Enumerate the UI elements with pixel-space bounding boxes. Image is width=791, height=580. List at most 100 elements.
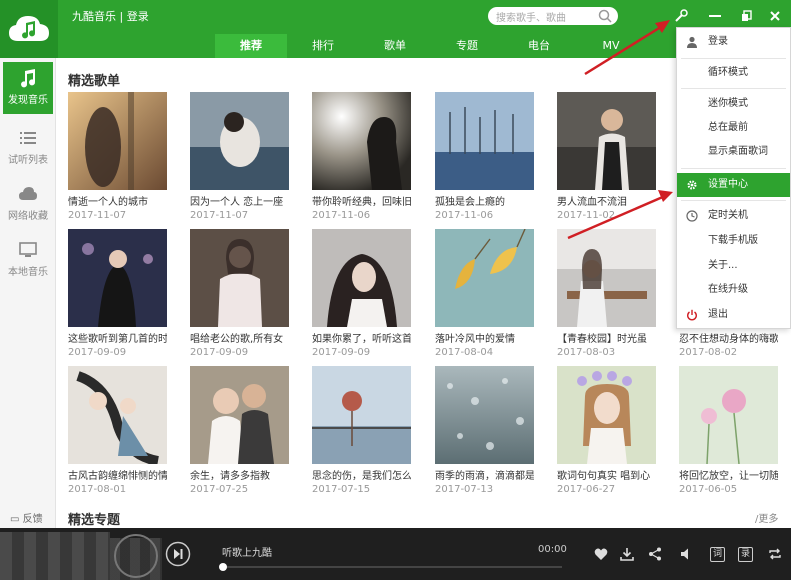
playlist-card[interactable]: 落叶冷风中的爱情 2017-08-04 bbox=[435, 228, 534, 359]
title-bar: 九酷音乐 | 登录 搜索歌手、歌曲 推荐 排行 歌单 专题 电台 MV bbox=[0, 0, 791, 58]
more-link[interactable]: /更多 bbox=[755, 510, 778, 525]
share-icon[interactable] bbox=[648, 547, 662, 561]
menu-item-desktop-lyrics[interactable]: 显示桌面歌词 bbox=[677, 140, 790, 164]
playlist-card[interactable]: 男人流血不流泪 2017-11-02 bbox=[557, 92, 656, 222]
menu-item-about[interactable]: 关于... bbox=[677, 254, 790, 278]
menu-item-label: 定时关机 bbox=[708, 210, 748, 221]
minimize-icon[interactable] bbox=[706, 7, 724, 25]
playlist-title: 因为一个人 恋上一座 bbox=[190, 197, 284, 208]
app-title: 九酷音乐 | 登录 bbox=[72, 10, 149, 23]
loop-mode-icon[interactable] bbox=[768, 547, 782, 561]
playlist-title: 孤独是会上瘾的 bbox=[435, 197, 505, 208]
playlist-card[interactable]: 将回忆放空，让一切随 2017-06-05 bbox=[679, 366, 778, 496]
playlist-cover-image bbox=[190, 229, 289, 327]
restore-icon[interactable] bbox=[738, 7, 756, 25]
progress-knob[interactable] bbox=[219, 563, 227, 571]
tools-wrench-icon[interactable] bbox=[672, 7, 690, 25]
search-input[interactable]: 搜索歌手、歌曲 bbox=[488, 7, 618, 25]
playlist-card[interactable]: 唱给老公的歌,所有女 2017-09-09 bbox=[190, 229, 289, 359]
playlist-cover-image bbox=[312, 229, 411, 327]
menu-item-login[interactable]: 登录 bbox=[677, 30, 790, 54]
download-icon[interactable] bbox=[620, 547, 634, 561]
menu-item-mini-mode[interactable]: 迷你模式 bbox=[677, 92, 790, 116]
menu-item-online-update[interactable]: 在线升级 bbox=[677, 278, 790, 302]
user-icon bbox=[687, 36, 697, 48]
menu-item-loop-mode[interactable]: 循环模式 bbox=[677, 61, 790, 85]
lyrics-button[interactable]: 词 bbox=[710, 547, 725, 562]
list-icon bbox=[20, 132, 36, 144]
tab-mv[interactable]: MV bbox=[575, 34, 647, 58]
sidebar-item-favorites[interactable]: 网络收藏 bbox=[3, 178, 53, 230]
clock-icon bbox=[686, 210, 698, 222]
playlist-title: 男人流血不流泪 bbox=[557, 197, 627, 208]
playlist-cover-image bbox=[435, 366, 534, 464]
playlist-card[interactable]: 因为一个人 恋上一座 2017-11-07 bbox=[190, 92, 289, 222]
sidebar-item-playlist[interactable]: 试听列表 bbox=[3, 122, 53, 174]
next-track-icon[interactable] bbox=[165, 541, 191, 567]
menu-item-label: 设置中心 bbox=[708, 179, 748, 190]
menu-item-label: 迷你模式 bbox=[708, 98, 748, 109]
playlist-cover-image bbox=[435, 228, 534, 327]
playlist-card[interactable]: 带你聆听经典，回味旧 2017-11-06 bbox=[312, 92, 411, 222]
section-title-playlists: 精选歌单 bbox=[68, 74, 121, 89]
playlist-cover-image bbox=[68, 92, 167, 190]
menu-separator bbox=[681, 58, 786, 59]
cloud-icon bbox=[19, 187, 37, 200]
tab-recommend[interactable]: 推荐 bbox=[215, 34, 287, 58]
volume-icon[interactable] bbox=[680, 547, 694, 561]
close-icon[interactable] bbox=[766, 7, 784, 25]
tab-radio[interactable]: 电台 bbox=[503, 34, 575, 58]
playlist-date: 2017-07-25 bbox=[190, 484, 249, 495]
menu-item-settings[interactable]: 设置中心 bbox=[677, 173, 790, 197]
tab-topics[interactable]: 专题 bbox=[431, 34, 503, 58]
playlist-date: 2017-09-09 bbox=[312, 347, 371, 358]
monitor-icon bbox=[19, 242, 37, 257]
menu-item-exit[interactable]: 退出 bbox=[677, 303, 790, 327]
app-logo[interactable] bbox=[0, 0, 58, 58]
playlist-cover-image bbox=[190, 366, 289, 464]
playlist-title: 忍不住想动身体的嗨歌 bbox=[679, 334, 778, 345]
tab-playlists[interactable]: 歌单 bbox=[359, 34, 431, 58]
now-playing-title: 听歌上九酷 bbox=[222, 548, 272, 559]
menu-item-always-on-top[interactable]: 总在最前 bbox=[677, 116, 790, 140]
playlist-title: 落叶冷风中的爱情 bbox=[435, 334, 515, 345]
menu-item-label: 显示桌面歌词 bbox=[708, 146, 768, 157]
sidebar-item-discover[interactable]: 发现音乐 bbox=[3, 62, 53, 114]
playlist-card[interactable]: 余生，请多多指教 2017-07-25 bbox=[190, 366, 289, 496]
heart-icon[interactable] bbox=[594, 547, 608, 561]
playlist-card[interactable]: 如果你累了，听听这首 2017-09-09 bbox=[312, 229, 411, 359]
menu-item-label: 循环模式 bbox=[708, 67, 748, 78]
progress-bar[interactable] bbox=[219, 563, 562, 571]
player-bar: 听歌上九酷 00:00 词 录 bbox=[0, 528, 791, 580]
feedback-button[interactable]: ▭ 反馈 bbox=[10, 510, 43, 525]
playlist-card[interactable]: 情逝一个人的城市 2017-11-07 bbox=[68, 92, 167, 222]
playlist-card[interactable]: 古风古韵缠绵悱恻的情 2017-08-01 bbox=[68, 366, 167, 496]
playlist-date: 2017-06-27 bbox=[557, 484, 616, 495]
playlist-date: 2017-07-13 bbox=[435, 484, 494, 495]
playlist-cover-image bbox=[312, 366, 411, 464]
menu-item-mobile-download[interactable]: 下载手机版 bbox=[677, 229, 790, 253]
playlist-card[interactable]: 孤独是会上瘾的 2017-11-06 bbox=[435, 92, 534, 222]
playlist-card[interactable]: 【青春校园】时光虽 2017-08-03 bbox=[557, 229, 656, 359]
menu-item-scheduled-shutdown[interactable]: 定时关机 bbox=[677, 204, 790, 228]
playlist-date: 2017-11-07 bbox=[68, 210, 127, 221]
sidebar-item-local[interactable]: 本地音乐 bbox=[3, 234, 53, 286]
playlist-card[interactable]: 雨季的雨滴，滴滴都是 2017-07-13 bbox=[435, 366, 534, 496]
play-button[interactable] bbox=[114, 534, 158, 578]
playlist-date: 2017-08-04 bbox=[435, 347, 494, 358]
search-icon[interactable] bbox=[598, 9, 612, 23]
playlist-card[interactable]: 思念的伤，是我们怎么 2017-07-15 bbox=[312, 366, 411, 496]
menu-item-label: 退出 bbox=[708, 309, 728, 320]
playlist-cover-image bbox=[557, 366, 656, 464]
cloud-music-logo-icon bbox=[9, 16, 49, 41]
menu-item-label: 总在最前 bbox=[708, 122, 748, 133]
tab-ranking[interactable]: 排行 bbox=[287, 34, 359, 58]
playback-time: 00:00 bbox=[538, 544, 567, 555]
sound-effect-button[interactable]: 录 bbox=[738, 547, 753, 562]
playlist-card[interactable]: 歌词句句真实 唱到心 2017-06-27 bbox=[557, 366, 656, 496]
playlist-date: 2017-08-03 bbox=[557, 347, 616, 358]
menu-separator bbox=[681, 200, 786, 201]
playlist-date: 2017-09-09 bbox=[68, 347, 127, 358]
music-note-icon bbox=[21, 69, 36, 88]
playlist-card[interactable]: 这些歌听到第几首的时 2017-09-09 bbox=[68, 229, 167, 359]
